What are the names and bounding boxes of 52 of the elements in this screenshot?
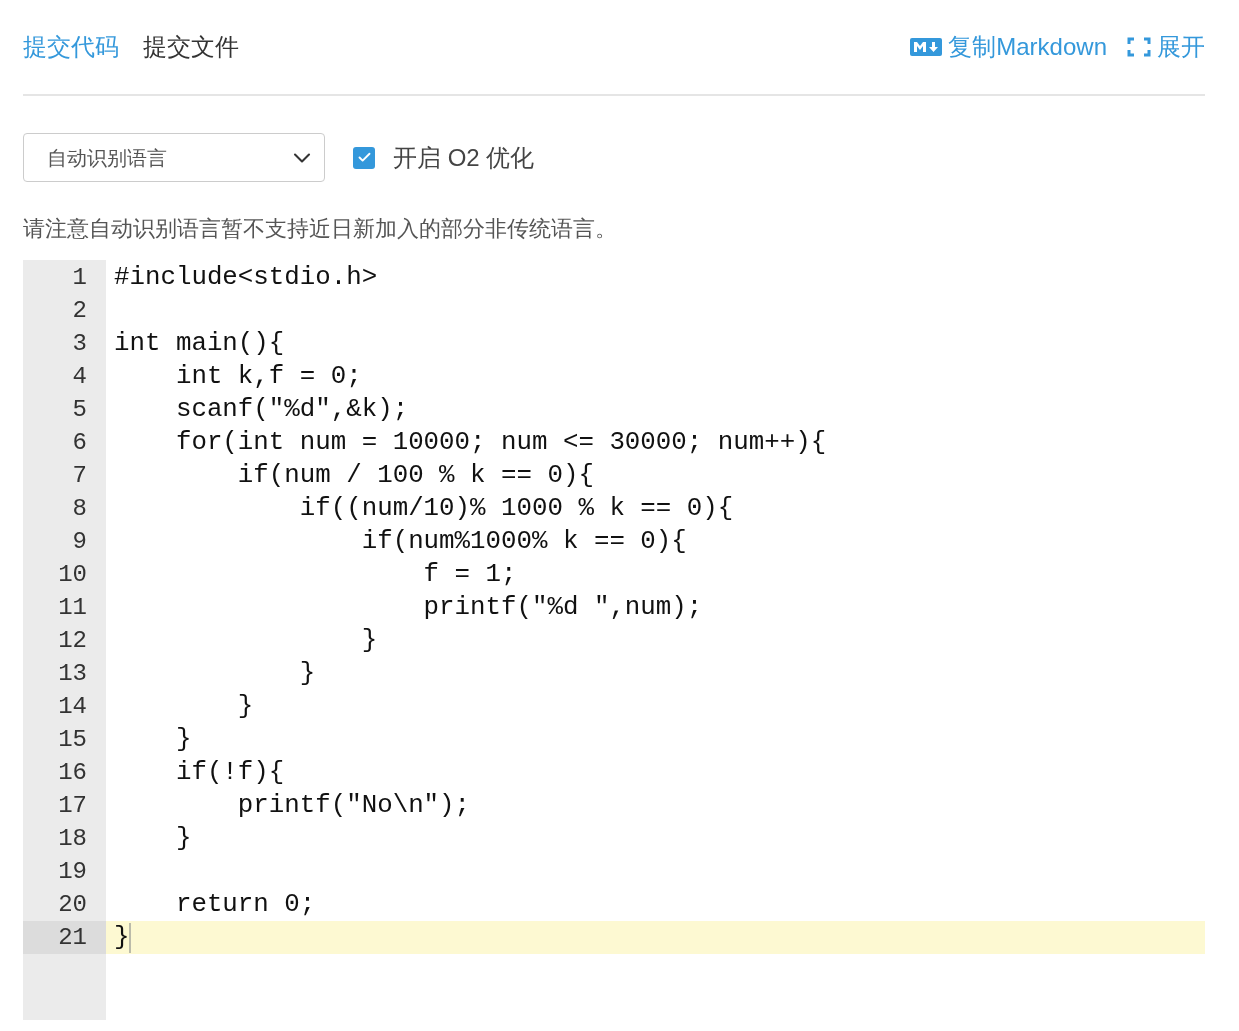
line-number: 18: [57, 824, 88, 854]
code-line: }: [298, 658, 316, 690]
line-number: 16: [57, 758, 88, 788]
code-line: }: [174, 724, 192, 756]
expand-icon: [1127, 37, 1151, 57]
line-number: 1: [71, 263, 88, 293]
text-cursor: [129, 922, 132, 953]
code-line: if(num / 100 % k == 0){: [236, 460, 594, 492]
line-number: 6: [71, 428, 88, 458]
code-line: if((num/10)% 1000 % k == 0){: [298, 493, 734, 525]
code-line: return 0;: [174, 889, 316, 921]
code-line: }: [114, 922, 130, 954]
line-number: 11: [57, 593, 88, 623]
line-number: 10: [57, 560, 88, 590]
code-line: #include<stdio.h>: [114, 262, 378, 294]
line-number: 14: [57, 692, 88, 722]
tab[interactable]: 提交文件: [143, 29, 239, 65]
markdown-icon: [910, 38, 943, 56]
line-number: 12: [57, 626, 88, 656]
checkbox[interactable]: [353, 146, 375, 169]
copy-markdown-link[interactable]: 复制Markdown: [910, 29, 1107, 65]
line-number: 7: [71, 461, 88, 491]
code-line: int main(){: [114, 328, 285, 360]
line-number: 9: [71, 527, 88, 557]
code-line: printf("No\n");: [236, 790, 471, 822]
code-line: printf("%d ",num);: [422, 592, 703, 624]
line-number: 17: [57, 791, 88, 821]
code-line: for(int num = 10000; num <= 30000; num++){: [174, 427, 827, 459]
code-line: if(num%1000% k == 0){: [360, 526, 687, 558]
code-line: }: [174, 823, 192, 855]
checkbox-label: 开启 O2 优化: [393, 142, 535, 173]
expand-link[interactable]: 展开: [1127, 29, 1205, 65]
code-line: f = 1;: [422, 559, 517, 591]
code-line: if(!f){: [174, 757, 285, 789]
line-number: 8: [71, 494, 88, 524]
code-line: int k,f = 0;: [174, 361, 362, 393]
code-line: }: [360, 625, 378, 657]
line-number: 20: [57, 890, 88, 920]
line-number: 21: [57, 923, 88, 953]
line-number: 15: [57, 725, 88, 755]
check-icon: [356, 150, 372, 165]
language-select[interactable]: 自动识别语言: [23, 133, 325, 182]
code-line: }: [236, 691, 254, 723]
code-line: scanf("%d",&k);: [174, 394, 409, 426]
line-number: 19: [57, 857, 88, 887]
tab[interactable]: 提交代码: [23, 29, 119, 65]
notice-text: 请注意自动识别语言暂不支持近日新加入的部分非传统语言。: [23, 215, 618, 243]
line-number: 4: [71, 362, 88, 392]
line-number: 5: [71, 395, 88, 425]
line-number: 13: [57, 659, 88, 689]
line-number: 3: [71, 329, 88, 359]
line-number: 2: [71, 296, 88, 326]
